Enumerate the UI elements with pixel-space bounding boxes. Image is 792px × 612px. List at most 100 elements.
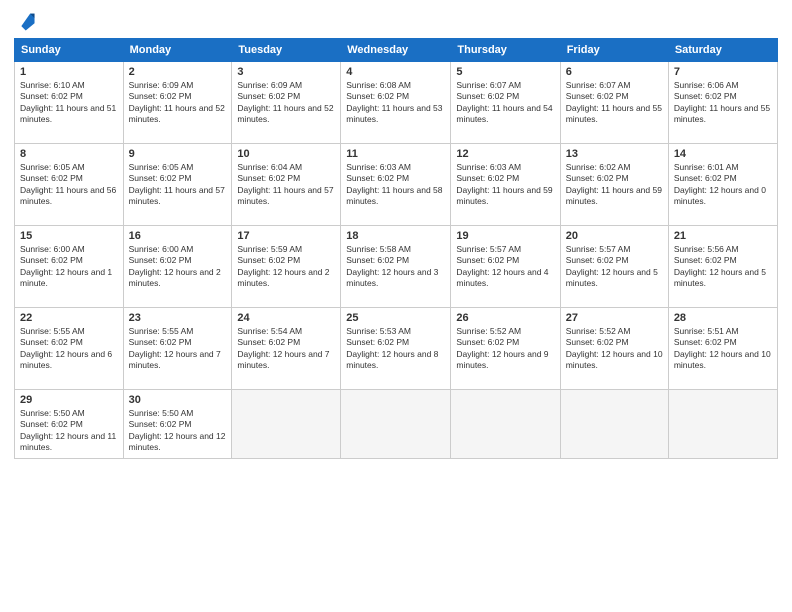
day-info: Sunrise: 5:52 AMSunset: 6:02 PMDaylight:… — [456, 326, 554, 372]
calendar-cell: 28Sunrise: 5:51 AMSunset: 6:02 PMDayligh… — [668, 308, 777, 390]
dow-header-saturday: Saturday — [668, 39, 777, 62]
day-info: Sunrise: 6:04 AMSunset: 6:02 PMDaylight:… — [237, 162, 335, 208]
calendar-cell: 18Sunrise: 5:58 AMSunset: 6:02 PMDayligh… — [341, 226, 451, 308]
day-info: Sunrise: 5:55 AMSunset: 6:02 PMDaylight:… — [20, 326, 118, 372]
week-row-5: 29 Sunrise: 5:50 AMSunset: 6:02 PMDayligh… — [15, 390, 778, 459]
day-info: Sunrise: 6:05 AMSunset: 6:02 PMDaylight:… — [20, 162, 118, 208]
day-number: 22 — [20, 312, 118, 324]
calendar-cell: 10 Sunrise: 6:04 AMSunset: 6:02 PMDayligh… — [232, 144, 341, 226]
day-number: 8 — [20, 148, 118, 160]
day-number: 6 — [566, 66, 663, 78]
day-info: Sunrise: 5:56 AMSunset: 6:02 PMDaylight:… — [674, 244, 772, 290]
day-number: 19 — [456, 230, 554, 242]
week-row-4: 22 Sunrise: 5:55 AMSunset: 6:02 PMDayligh… — [15, 308, 778, 390]
day-info: Sunrise: 6:05 AMSunset: 6:02 PMDaylight:… — [129, 162, 227, 208]
calendar-cell — [451, 390, 560, 459]
calendar-cell: 25 Sunrise: 5:53 AMSunset: 6:02 PMDayligh… — [341, 308, 451, 390]
day-info: Sunrise: 6:01 AMSunset: 6:02 PMDaylight:… — [674, 162, 772, 208]
calendar-cell: 13 Sunrise: 6:02 AMSunset: 6:02 PMDayligh… — [560, 144, 668, 226]
week-row-3: 15 Sunrise: 6:00 AMSunset: 6:02 PMDayligh… — [15, 226, 778, 308]
day-info: Sunrise: 5:50 AMSunset: 6:02 PMDaylight:… — [20, 408, 118, 454]
day-info: Sunrise: 5:50 AMSunset: 6:02 PMDaylight:… — [129, 408, 227, 454]
days-of-week-row: SundayMondayTuesdayWednesdayThursdayFrid… — [15, 39, 778, 62]
day-number: 3 — [237, 66, 335, 78]
dow-header-sunday: Sunday — [15, 39, 124, 62]
day-info: Sunrise: 6:00 AMSunset: 6:02 PMDaylight:… — [129, 244, 227, 290]
day-info: Sunrise: 6:09 AMSunset: 6:02 PMDaylight:… — [129, 80, 227, 126]
day-number: 11 — [346, 148, 445, 160]
day-info: Sunrise: 6:10 AMSunset: 6:02 PMDaylight:… — [20, 80, 118, 126]
day-info: Sunrise: 6:08 AMSunset: 6:02 PMDaylight:… — [346, 80, 445, 126]
day-info: Sunrise: 6:03 AMSunset: 6:02 PMDaylight:… — [346, 162, 445, 208]
calendar-cell — [232, 390, 341, 459]
calendar: SundayMondayTuesdayWednesdayThursdayFrid… — [14, 38, 778, 459]
dow-header-tuesday: Tuesday — [232, 39, 341, 62]
day-number: 16 — [129, 230, 227, 242]
calendar-cell: 6 Sunrise: 6:07 AMSunset: 6:02 PMDaylight… — [560, 62, 668, 144]
calendar-cell: 2 Sunrise: 6:09 AMSunset: 6:02 PMDaylight… — [123, 62, 232, 144]
dow-header-wednesday: Wednesday — [341, 39, 451, 62]
day-number: 12 — [456, 148, 554, 160]
day-number: 27 — [566, 312, 663, 324]
day-info: Sunrise: 6:02 AMSunset: 6:02 PMDaylight:… — [566, 162, 663, 208]
calendar-cell: 27 Sunrise: 5:52 AMSunset: 6:02 PMDayligh… — [560, 308, 668, 390]
dow-header-thursday: Thursday — [451, 39, 560, 62]
day-info: Sunrise: 5:55 AMSunset: 6:02 PMDaylight:… — [129, 326, 227, 372]
day-number: 1 — [20, 66, 118, 78]
calendar-cell: 30 Sunrise: 5:50 AMSunset: 6:02 PMDayligh… — [123, 390, 232, 459]
dow-header-monday: Monday — [123, 39, 232, 62]
day-number: 14 — [674, 148, 772, 160]
day-number: 30 — [129, 394, 227, 406]
day-info: Sunrise: 5:54 AMSunset: 6:02 PMDaylight:… — [237, 326, 335, 372]
calendar-cell: 8 Sunrise: 6:05 AMSunset: 6:02 PMDaylight… — [15, 144, 124, 226]
calendar-cell: 23 Sunrise: 5:55 AMSunset: 6:02 PMDayligh… — [123, 308, 232, 390]
day-number: 15 — [20, 230, 118, 242]
calendar-cell: 11 Sunrise: 6:03 AMSunset: 6:02 PMDayligh… — [341, 144, 451, 226]
day-number: 5 — [456, 66, 554, 78]
day-number: 2 — [129, 66, 227, 78]
calendar-cell — [341, 390, 451, 459]
day-info: Sunrise: 6:07 AMSunset: 6:02 PMDaylight:… — [456, 80, 554, 126]
day-number: 28 — [674, 312, 772, 324]
day-number: 25 — [346, 312, 445, 324]
day-info: Sunrise: 5:52 AMSunset: 6:02 PMDaylight:… — [566, 326, 663, 372]
logo — [14, 10, 38, 32]
day-info: Sunrise: 5:57 AMSunset: 6:02 PMDaylight:… — [456, 244, 554, 290]
week-row-1: 1 Sunrise: 6:10 AMSunset: 6:02 PMDaylight… — [15, 62, 778, 144]
day-info: Sunrise: 6:06 AMSunset: 6:02 PMDaylight:… — [674, 80, 772, 126]
day-info: Sunrise: 6:07 AMSunset: 6:02 PMDaylight:… — [566, 80, 663, 126]
calendar-cell: 29 Sunrise: 5:50 AMSunset: 6:02 PMDayligh… — [15, 390, 124, 459]
day-number: 10 — [237, 148, 335, 160]
day-info: Sunrise: 6:00 AMSunset: 6:02 PMDaylight:… — [20, 244, 118, 290]
day-number: 29 — [20, 394, 118, 406]
calendar-cell: 4Sunrise: 6:08 AMSunset: 6:02 PMDaylight… — [341, 62, 451, 144]
day-info: Sunrise: 5:53 AMSunset: 6:02 PMDaylight:… — [346, 326, 445, 372]
day-info: Sunrise: 6:09 AMSunset: 6:02 PMDaylight:… — [237, 80, 335, 126]
calendar-cell: 15 Sunrise: 6:00 AMSunset: 6:02 PMDayligh… — [15, 226, 124, 308]
day-number: 17 — [237, 230, 335, 242]
day-number: 24 — [237, 312, 335, 324]
day-info: Sunrise: 5:57 AMSunset: 6:02 PMDaylight:… — [566, 244, 663, 290]
calendar-cell: 19 Sunrise: 5:57 AMSunset: 6:02 PMDayligh… — [451, 226, 560, 308]
day-info: Sunrise: 5:58 AMSunset: 6:02 PMDaylight:… — [346, 244, 445, 290]
calendar-cell: 12 Sunrise: 6:03 AMSunset: 6:02 PMDayligh… — [451, 144, 560, 226]
calendar-cell: 14 Sunrise: 6:01 AMSunset: 6:02 PMDayligh… — [668, 144, 777, 226]
calendar-cell — [668, 390, 777, 459]
calendar-cell: 5 Sunrise: 6:07 AMSunset: 6:02 PMDaylight… — [451, 62, 560, 144]
day-number: 26 — [456, 312, 554, 324]
calendar-cell: 21 Sunrise: 5:56 AMSunset: 6:02 PMDayligh… — [668, 226, 777, 308]
day-number: 23 — [129, 312, 227, 324]
day-info: Sunrise: 6:03 AMSunset: 6:02 PMDaylight:… — [456, 162, 554, 208]
day-info: Sunrise: 5:59 AMSunset: 6:02 PMDaylight:… — [237, 244, 335, 290]
day-number: 13 — [566, 148, 663, 160]
calendar-cell: 24 Sunrise: 5:54 AMSunset: 6:02 PMDayligh… — [232, 308, 341, 390]
dow-header-friday: Friday — [560, 39, 668, 62]
calendar-cell: 17 Sunrise: 5:59 AMSunset: 6:02 PMDayligh… — [232, 226, 341, 308]
day-number: 9 — [129, 148, 227, 160]
day-number: 21 — [674, 230, 772, 242]
calendar-cell: 16 Sunrise: 6:00 AMSunset: 6:02 PMDayligh… — [123, 226, 232, 308]
calendar-cell: 1 Sunrise: 6:10 AMSunset: 6:02 PMDaylight… — [15, 62, 124, 144]
calendar-cell: 26 Sunrise: 5:52 AMSunset: 6:02 PMDayligh… — [451, 308, 560, 390]
calendar-cell: 9 Sunrise: 6:05 AMSunset: 6:02 PMDaylight… — [123, 144, 232, 226]
day-number: 7 — [674, 66, 772, 78]
